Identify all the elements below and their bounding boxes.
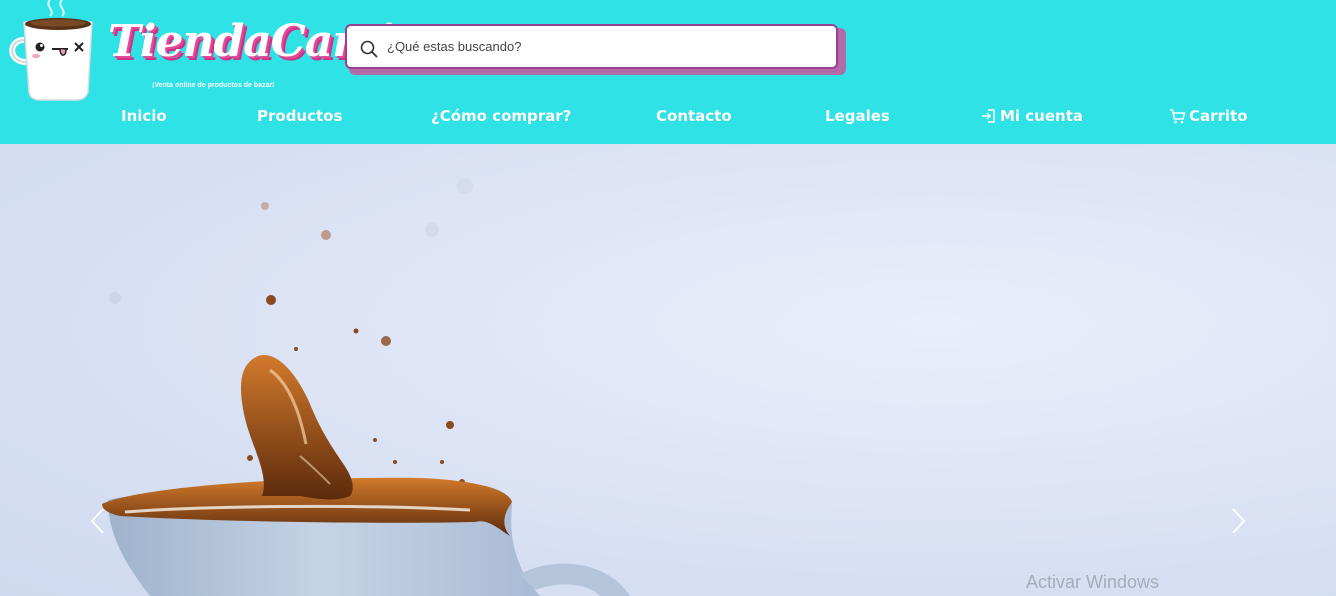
site-header: TiendaCami ¡Venta online de productos de…	[0, 0, 1336, 144]
search-input[interactable]	[387, 34, 817, 59]
chevron-left-icon[interactable]	[88, 506, 108, 536]
nav-item-mi-cuenta[interactable]: Mi cuenta	[981, 104, 1083, 128]
search-box[interactable]	[345, 24, 838, 69]
nav-item-contacto[interactable]: Contacto	[656, 104, 732, 128]
nav-item-productos[interactable]: Productos	[257, 104, 342, 128]
windows-activation-watermark: Activar Windows	[1026, 572, 1160, 592]
login-icon	[982, 109, 995, 123]
nav-item-carrito[interactable]: Carrito	[1169, 104, 1248, 128]
nav-item-inicio[interactable]: Inicio	[121, 104, 167, 128]
nav-item-label: Productos	[257, 107, 343, 125]
cart-icon	[1170, 109, 1186, 124]
nav-item-label: ¿Cómo comprar?	[431, 107, 572, 125]
chevron-right-icon[interactable]	[1228, 506, 1248, 536]
nav-item-como-comprar[interactable]: ¿Cómo comprar?	[431, 104, 571, 128]
nav-item-label: Inicio	[121, 107, 167, 125]
nav-item-label: Mi cuenta	[1000, 107, 1084, 125]
main-nav: Inicio Productos ¿Cómo comprar? Contacto…	[0, 100, 1336, 132]
nav-item-label: Carrito	[1189, 107, 1248, 125]
hero-carousel	[0, 144, 1336, 596]
search-icon[interactable]	[360, 40, 378, 58]
nav-item-label: Legales	[825, 107, 890, 125]
mug-logo-icon[interactable]	[6, 0, 102, 104]
nav-item-legales[interactable]: Legales	[825, 104, 890, 128]
brand-tagline: ¡Venta online de productos de bazar!	[152, 82, 275, 89]
coffee-splash-image	[102, 178, 630, 596]
nav-item-label: Contacto	[656, 107, 732, 125]
